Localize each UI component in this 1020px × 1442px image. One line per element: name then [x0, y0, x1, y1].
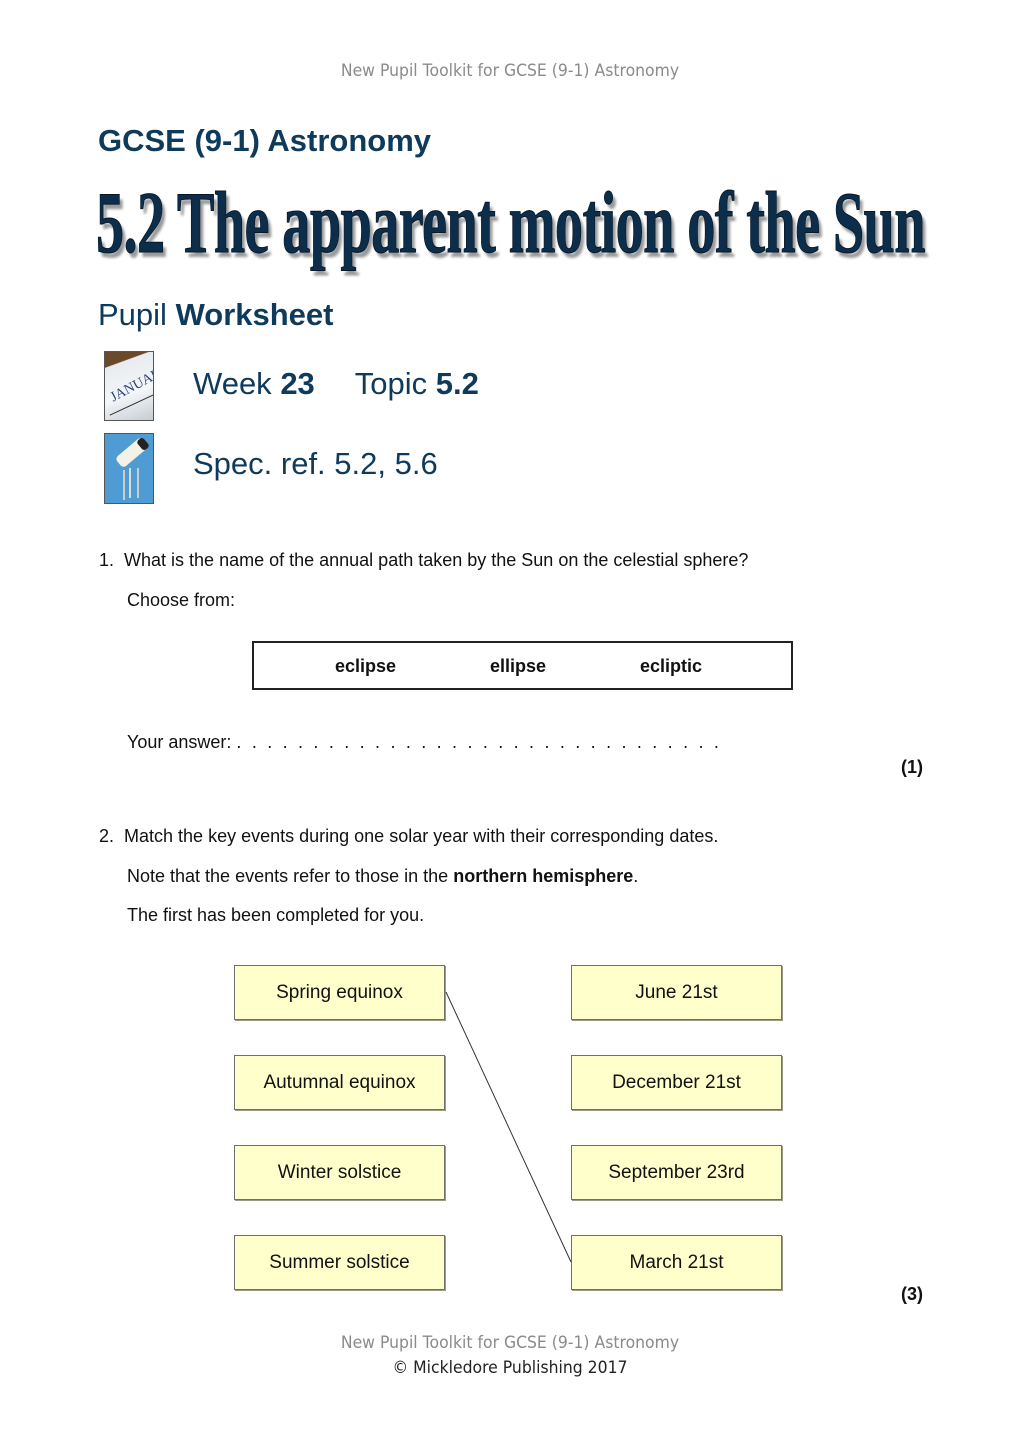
footer-title: New Pupil Toolkit for GCSE (9-1) Astrono… [340, 1333, 680, 1353]
footer-copyright: © Mickledore Publishing 2017 [392, 1358, 628, 1378]
hemisphere-note: Note that the events refer to those in t… [127, 866, 638, 887]
worksheet-bold: Worksheet [175, 297, 334, 332]
date-box-march-21[interactable]: March 21st [571, 1235, 782, 1290]
choice-ecliptic: ecliptic [640, 656, 703, 676]
date-box-september-23[interactable]: September 23rd [571, 1145, 782, 1200]
answer-line[interactable]: Your answer: . . . . . . . . . . . . . .… [127, 732, 722, 753]
event-box-winter-solstice[interactable]: Winter solstice [234, 1145, 445, 1200]
telescope-tripod-shape [129, 468, 131, 498]
question-2-text: 2. Match the key events during one solar… [99, 826, 718, 847]
date-box-december-21[interactable]: December 21st [571, 1055, 782, 1110]
answer-field[interactable]: . . . . . . . . . . . . . . . . . . . . … [236, 732, 721, 752]
answer-label: Your answer: [127, 732, 232, 752]
question-1-marks: (1) [901, 757, 923, 777]
page-title: 5.2 The apparent motion of the Sun [96, 175, 926, 272]
event-box-summer-solstice[interactable]: Summer solstice [234, 1235, 445, 1290]
worksheet-title: Pupil Worksheet [98, 297, 333, 333]
worksheet-prefix: Pupil [98, 297, 167, 332]
spec-reference: Spec. ref. 5.2, 5.6 [193, 446, 438, 481]
calendar-icon-text: JANUARY [108, 361, 154, 406]
event-box-spring-equinox[interactable]: Spring equinox [234, 965, 445, 1020]
note-prefix: Note that the events refer to those in t… [127, 866, 454, 886]
question-1-prompt: What is the name of the annual path take… [124, 550, 749, 570]
question-2-number: 2. [99, 826, 115, 846]
question-1-number: 1. [99, 550, 115, 570]
event-box-autumnal-equinox[interactable]: Autumnal equinox [234, 1055, 445, 1110]
choice-ellipse: ellipse [490, 656, 547, 676]
first-completed-note: The first has been completed for you. [127, 905, 425, 925]
question-2-prompt: Match the key events during one solar ye… [124, 826, 719, 846]
choose-from-label: Choose from: [127, 590, 236, 610]
topic-value: 5.2 [435, 366, 479, 401]
running-header: New Pupil Toolkit for GCSE (9-1) Astrono… [340, 61, 680, 81]
question-2-marks: (3) [901, 1284, 923, 1304]
choice-eclipse: eclipse [335, 656, 397, 676]
week-value: 23 [280, 366, 315, 401]
note-bold: northern hemisphere [453, 866, 634, 886]
week-label: Week [193, 366, 272, 401]
week-topic-line: Week 23 Topic 5.2 [193, 366, 479, 402]
course-title: GCSE (9-1) Astronomy [98, 123, 432, 158]
topic-label: Topic [354, 366, 428, 401]
date-box-june-21[interactable]: June 21st [571, 965, 782, 1020]
question-1-text: 1. What is the name of the annual path t… [99, 550, 748, 571]
word-choice-box: eclipse ellipse ecliptic [252, 641, 793, 690]
calendar-icon: JANUARY [104, 351, 154, 421]
note-suffix: . [633, 866, 639, 886]
match-line-spring-equinox-march-21 [445, 991, 572, 1263]
textbook-cover-icon [104, 433, 154, 504]
